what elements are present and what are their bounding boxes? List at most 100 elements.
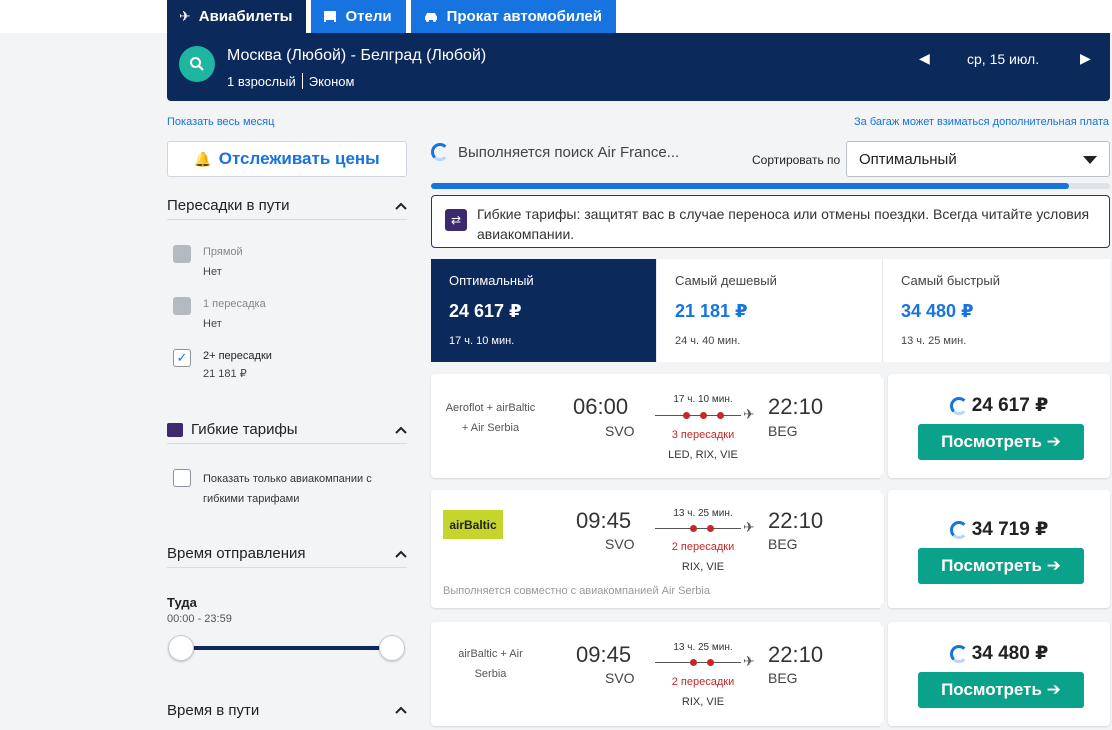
search-progress-fill (431, 183, 1070, 189)
baggage-fee-link[interactable]: За багаж может взиматься дополнительная … (854, 116, 1109, 128)
spinner-icon (949, 644, 968, 663)
sort-tab-price: 34 480 ₽ (901, 301, 974, 321)
sort-value: Оптимальный (859, 150, 957, 168)
bell-icon: 🔔 (194, 150, 212, 167)
chevron-up-icon (395, 703, 407, 717)
passenger-info: 1 взрослый Эконом (227, 73, 354, 89)
departure-filter-section: Время отправления (167, 540, 407, 568)
flight-duration: 13 ч. 25 мин. (673, 508, 733, 519)
result-card[interactable]: airBaltic + Air Serbia 09:45 SVO 13 ч. 2… (431, 616, 1110, 730)
plane-icon: ✈ (743, 406, 755, 422)
divider (301, 73, 303, 89)
cabin-text: Эконом (308, 73, 355, 89)
prev-date-arrow-icon[interactable]: ◀ (919, 50, 930, 67)
sort-label: Сортировать по (752, 153, 841, 167)
price-row: 24 617 ₽ (888, 394, 1110, 417)
stop-dot (683, 412, 690, 419)
flex-fares-notice: ⇄ Гибкие тарифы: защитят вас в случае пе… (431, 195, 1110, 248)
depart-time: 09:45 (576, 642, 632, 667)
tab-car-rental-label: Прокат автомобилей (446, 8, 602, 25)
chevron-up-icon (395, 423, 407, 437)
arrive-airport: BEG (768, 423, 798, 439)
view-deal-button[interactable]: Посмотреть ➔ (918, 424, 1084, 460)
price-panel: 24 617 ₽ Посмотреть ➔ (888, 374, 1110, 478)
arrive-airport: BEG (768, 670, 798, 686)
search-icon (190, 57, 204, 71)
result-card[interactable]: airBaltic 09:45 SVO 13 ч. 25 мин. ✈ 2 пе… (431, 484, 1110, 614)
two-plus-stops-price: 21 181 ₽ (203, 368, 247, 380)
depart-time: 06:00 (573, 394, 629, 419)
flex-filter-title-wrap: Гибкие тарифы (167, 421, 298, 438)
airline-names: Aeroflot + airBaltic + Air Serbia (445, 402, 536, 434)
flex-fares-notice-text: Гибкие тарифы: защитят вас в случае пере… (477, 206, 1090, 242)
two-plus-stops-checkbox[interactable]: ✓ (173, 349, 191, 367)
next-date-arrow-icon[interactable]: ▶ (1080, 50, 1091, 67)
price: 34 719 ₽ (971, 519, 1049, 540)
one-stop-checkbox[interactable] (173, 297, 191, 315)
departure-filter-header[interactable]: Время отправления (167, 540, 407, 568)
stop-dot (717, 412, 724, 419)
departure-slider-track[interactable] (180, 646, 394, 650)
view-deal-button[interactable]: Посмотреть ➔ (918, 548, 1084, 584)
sort-tab-duration: 24 ч. 40 мин. (675, 335, 741, 347)
flex-only-checkbox[interactable] (173, 469, 191, 487)
tab-hotels-label: Отели (345, 8, 392, 25)
stop-dot (690, 659, 697, 666)
stops-filter-section: Пересадки в пути (167, 192, 407, 220)
flight-details[interactable]: Aeroflot + airBaltic + Air Serbia 06:00 … (431, 374, 884, 478)
caret-down-icon (1083, 156, 1097, 164)
plane-icon: ✈ (743, 653, 755, 669)
track-prices-button[interactable]: 🔔 Отслеживать цены (167, 141, 407, 177)
departure-slider-max-handle[interactable] (379, 635, 405, 661)
sort-tab-optimal[interactable]: Оптимальный 24 617 ₽ 17 ч. 10 мин. (431, 259, 657, 362)
price: 24 617 ₽ (971, 395, 1049, 416)
tab-flights[interactable]: ✈ Авиабилеты (167, 0, 307, 33)
flight-details[interactable]: airBaltic + Air Serbia 09:45 SVO 13 ч. 2… (431, 622, 884, 726)
result-card[interactable]: Aeroflot + airBaltic + Air Serbia 06:00 … (431, 368, 1110, 484)
flex-filter-header[interactable]: Гибкие тарифы (167, 416, 407, 444)
ticket-icon (167, 422, 183, 437)
filter-flex-only: Показать только авиакомпании с гибкими т… (173, 469, 403, 509)
flight-duration: 13 ч. 25 мин. (673, 642, 733, 653)
show-month-link[interactable]: Показать весь месяц (167, 116, 274, 128)
stops-filter-title: Пересадки в пути (167, 197, 290, 214)
sort-tab-cheapest[interactable]: Самый дешевый 21 181 ₽ 24 ч. 40 мин. (657, 259, 883, 362)
direct-checkbox[interactable] (173, 245, 191, 263)
spinner-icon (949, 520, 968, 539)
one-stop-label: 1 пересадка (203, 298, 266, 310)
duration-filter-header[interactable]: Время в пути (167, 696, 407, 724)
flex-only-label: Показать только авиакомпании с гибкими т… (203, 473, 372, 505)
depart-airport: SVO (605, 670, 635, 686)
departure-slider-min-handle[interactable] (168, 635, 194, 661)
price-panel: 34 719 ₽ Посмотреть ➔ (888, 490, 1110, 608)
route-line (655, 525, 741, 532)
arrive-time: 22:10 (768, 394, 824, 419)
route-line (655, 659, 741, 666)
depart-airport: SVO (605, 423, 635, 439)
sort-dropdown[interactable]: Оптимальный (846, 141, 1110, 177)
ticket-icon: ⇄ (445, 209, 467, 231)
search-button[interactable] (179, 46, 215, 82)
stop-airports: RIX, VIE (681, 696, 725, 708)
one-stop-price: Нет (203, 318, 222, 330)
price-row: 34 719 ₽ (888, 518, 1110, 541)
spinner-icon (431, 143, 449, 161)
stop-dot (707, 659, 714, 666)
sort-tab-fastest[interactable]: Самый быстрый 34 480 ₽ 13 ч. 25 мин. (883, 259, 1109, 362)
car-icon (423, 9, 439, 25)
stops-filter-header[interactable]: Пересадки в пути (167, 192, 407, 220)
tab-car-rental[interactable]: Прокат автомобилей (410, 0, 616, 33)
track-prices-label: Отслеживать цены (218, 149, 380, 168)
bed-icon (323, 9, 337, 25)
sort-tab-price: 24 617 ₽ (449, 301, 522, 321)
flex-filter-section: Гибкие тарифы (167, 416, 407, 444)
passengers-text: 1 взрослый (227, 73, 296, 89)
filter-one-stop: 1 пересадка Нет (173, 297, 266, 331)
view-deal-button[interactable]: Посмотреть ➔ (918, 672, 1084, 708)
tab-hotels[interactable]: Отели (311, 0, 406, 33)
flight-details[interactable]: airBaltic 09:45 SVO 13 ч. 25 мин. ✈ 2 пе… (431, 490, 884, 608)
loading-status: Выполняется поиск Air France... (431, 143, 679, 161)
plane-icon: ✈ (743, 519, 755, 535)
two-plus-stops-label: 2+ пересадки (203, 350, 272, 362)
search-summary-bar[interactable]: Москва (Любой) - Белград (Любой) 1 взрос… (167, 33, 1110, 101)
